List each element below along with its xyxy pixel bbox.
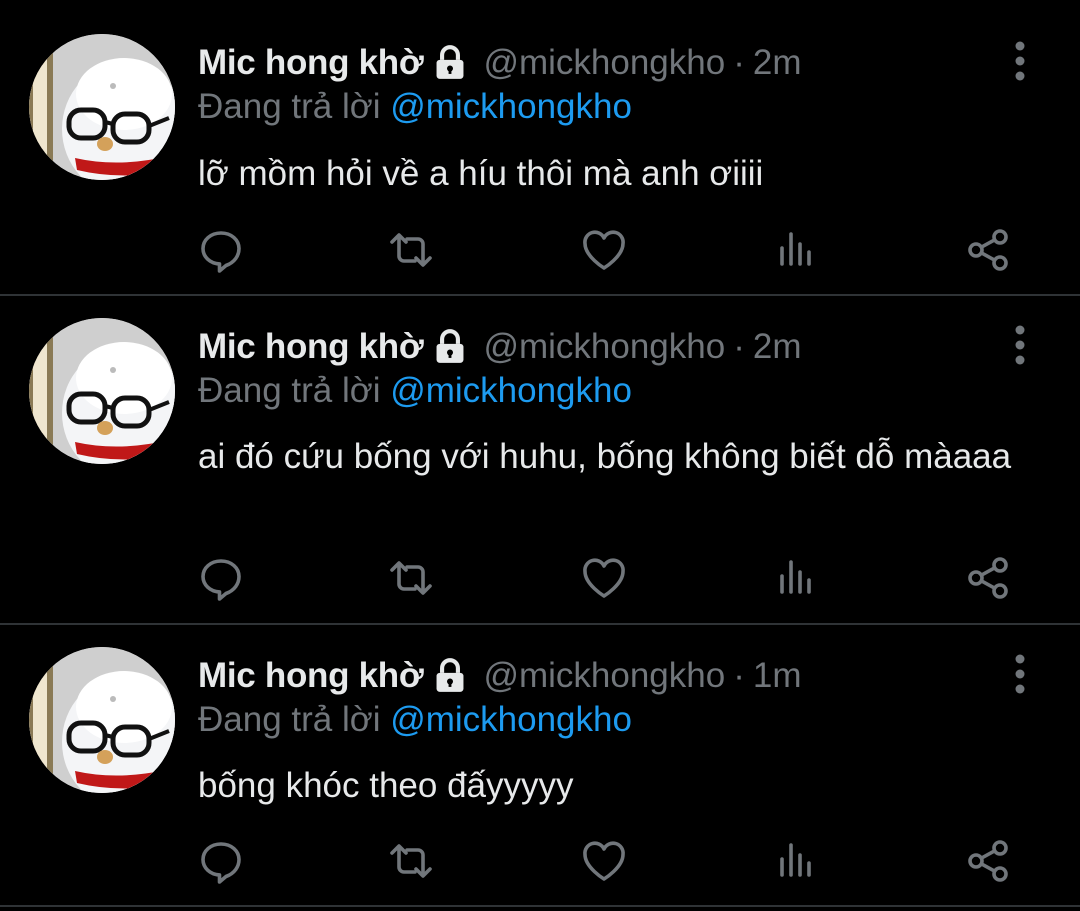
more-vertical-icon[interactable] bbox=[1002, 324, 1038, 366]
tweet-header: Mic hong khờ @mickhongkho · 2m bbox=[198, 324, 802, 370]
tweet-header: Mic hong khờ @mickhongkho · 2m bbox=[198, 40, 802, 86]
handle[interactable]: @mickhongkho bbox=[483, 656, 725, 696]
retweet-icon[interactable] bbox=[387, 226, 435, 274]
views-bar-chart-icon[interactable] bbox=[772, 837, 820, 885]
heart-icon[interactable] bbox=[580, 837, 628, 885]
tweet[interactable]: Mic hong khờ @mickhongkho · 2m Đang trả … bbox=[0, 0, 1080, 294]
tweet[interactable]: Mic hong khờ @mickhongkho · 2m Đang trả … bbox=[0, 296, 1080, 623]
tweet-text: lỡ mồm hỏi về a híu thôi mà anh ơiiii bbox=[198, 154, 764, 193]
retweet-icon[interactable] bbox=[387, 554, 435, 602]
separator-dot: · bbox=[733, 656, 745, 695]
tweet-header: Mic hong khờ @mickhongkho · 1m bbox=[198, 653, 802, 699]
more-vertical-icon[interactable] bbox=[1002, 653, 1038, 695]
display-name[interactable]: Mic hong khờ bbox=[198, 327, 424, 367]
reply-bubble-icon[interactable] bbox=[197, 837, 245, 885]
handle[interactable]: @mickhongkho bbox=[483, 43, 725, 83]
timeline: Mic hong khờ @mickhongkho · 2m Đang trả … bbox=[0, 0, 1080, 911]
display-name[interactable]: Mic hong khờ bbox=[198, 656, 424, 696]
mention-link[interactable]: @mickhongkho bbox=[390, 700, 632, 739]
display-name[interactable]: Mic hong khờ bbox=[198, 43, 424, 83]
tweet-actions bbox=[0, 554, 1080, 602]
replying-to: Đang trả lời @mickhongkho bbox=[198, 87, 632, 127]
mention-link[interactable]: @mickhongkho bbox=[390, 87, 632, 126]
share-icon[interactable] bbox=[965, 554, 1013, 602]
tweet-actions bbox=[0, 226, 1080, 274]
heart-icon[interactable] bbox=[580, 226, 628, 274]
lock-icon bbox=[431, 657, 469, 695]
avatar[interactable] bbox=[29, 647, 175, 793]
timestamp[interactable]: 2m bbox=[753, 43, 802, 83]
lock-icon bbox=[431, 328, 469, 366]
tweet-text: bống khóc theo đấyyyyy bbox=[198, 766, 574, 805]
timestamp[interactable]: 1m bbox=[753, 656, 802, 696]
tweet[interactable]: Mic hong khờ @mickhongkho · 1m Đang trả … bbox=[0, 625, 1080, 905]
heart-icon[interactable] bbox=[580, 554, 628, 602]
views-bar-chart-icon[interactable] bbox=[772, 554, 820, 602]
replying-to-label: Đang trả lời bbox=[198, 87, 381, 126]
retweet-icon[interactable] bbox=[387, 837, 435, 885]
separator-dot: · bbox=[733, 327, 745, 366]
handle[interactable]: @mickhongkho bbox=[483, 327, 725, 367]
replying-to: Đang trả lời @mickhongkho bbox=[198, 371, 632, 411]
tweet-text: ai đó cứu bống với huhu, bống không biết… bbox=[198, 437, 1012, 476]
reply-bubble-icon[interactable] bbox=[197, 226, 245, 274]
share-icon[interactable] bbox=[965, 837, 1013, 885]
lock-icon bbox=[431, 44, 469, 82]
more-vertical-icon[interactable] bbox=[1002, 40, 1038, 82]
timestamp[interactable]: 2m bbox=[753, 327, 802, 367]
divider bbox=[0, 905, 1080, 907]
avatar[interactable] bbox=[29, 34, 175, 180]
separator-dot: · bbox=[733, 43, 745, 82]
share-icon[interactable] bbox=[965, 226, 1013, 274]
avatar[interactable] bbox=[29, 318, 175, 464]
replying-to-label: Đang trả lời bbox=[198, 371, 381, 410]
replying-to-label: Đang trả lời bbox=[198, 700, 381, 739]
replying-to: Đang trả lời @mickhongkho bbox=[198, 700, 632, 740]
reply-bubble-icon[interactable] bbox=[197, 554, 245, 602]
views-bar-chart-icon[interactable] bbox=[772, 226, 820, 274]
tweet-actions bbox=[0, 837, 1080, 885]
mention-link[interactable]: @mickhongkho bbox=[390, 371, 632, 410]
